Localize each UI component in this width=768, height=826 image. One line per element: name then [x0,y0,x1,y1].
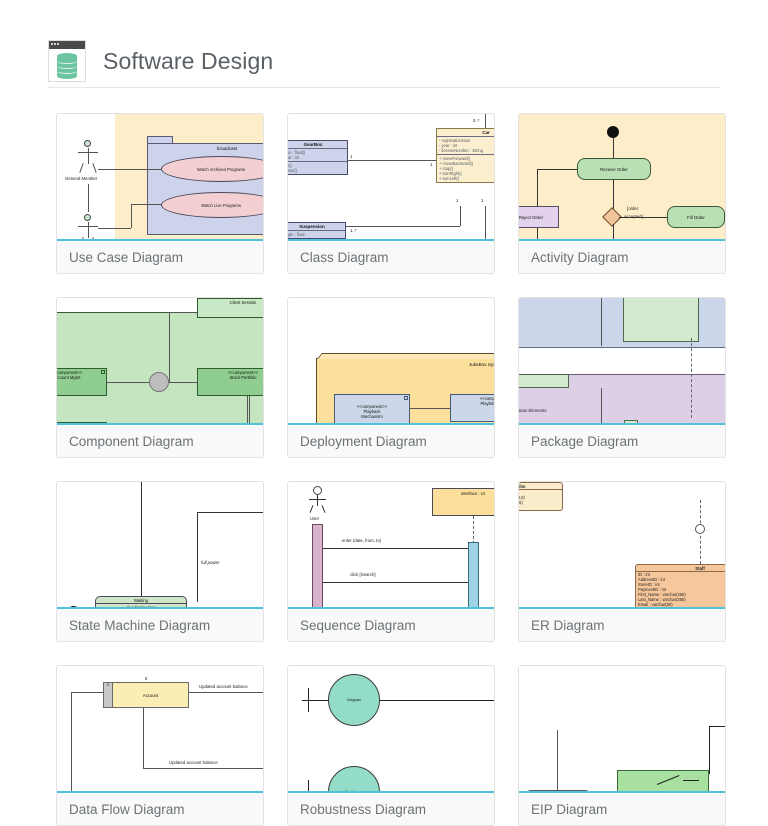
card-label-robustness-diagram: Robustness Diagram [288,793,494,825]
thumbnail-activity-diagram: Receive Order [order accepted] Fill Orde… [519,114,725,241]
card-deployment-diagram[interactable]: JukeBox System <<component>>PlaybackMech… [287,297,495,458]
thumbnail-package-diagram: Box Office Realization Elements Specific… [519,298,725,425]
thumbnail-er-diagram: Film ID : intAmount : numeric(19,0) Colu… [519,482,725,609]
thumbnail-use-case-diagram: broadcast Watch Archived Programs Watch … [57,114,263,241]
card-component-diagram[interactable]: Client Session <<component>> Stock Portfo… [56,297,264,458]
card-robustness-diagram[interactable]: Keypad Card Input GUI (>touchscreen) Car… [287,665,495,826]
thumbnail-deployment-diagram: JukeBox System <<component>>PlaybackMech… [288,298,494,425]
card-label-activity-diagram: Activity Diagram [519,241,725,273]
card-label-eip-diagram: EIP Diagram [519,793,725,825]
card-state-machine-diagram[interactable]: Waitingdo / display time Full Powerdo / … [56,481,264,642]
card-label-state-machine-diagram: State Machine Diagram [57,609,263,641]
database-window-icon [48,40,86,82]
card-er-diagram[interactable]: Film ID : intAmount : numeric(19,0) Colu… [518,481,726,642]
card-label-class-diagram: Class Diagram [288,241,494,273]
card-label-component-diagram: Component Diagram [57,425,263,457]
card-package-diagram[interactable]: Box Office Realization Elements Specific… [518,297,726,458]
thumbnail-robustness-diagram: Keypad Card Input GUI (>touchscreen) Car… [288,666,494,793]
page-root: Software Design broadcast Watch Archived… [0,0,768,826]
card-label-er-diagram: ER Diagram [519,609,725,641]
page-header: Software Design [0,0,768,88]
card-eip-diagram[interactable]: ORDER_ITEM Content-Based Router INVW_CHE… [518,665,726,826]
card-label-deployment-diagram: Deployment Diagram [288,425,494,457]
thumbnail-eip-diagram: ORDER_ITEM Content-Based Router INVW_CHE… [519,666,725,793]
card-data-flow-diagram[interactable]: DAccount 6 3Deposite Cash Updated accoun… [56,665,264,826]
card-class-diagram[interactable]: Car - registrationNum - year : int - licen… [287,113,495,274]
card-sequence-diagram[interactable]: User interface : UI mainController : Con… [287,481,495,642]
card-use-case-diagram[interactable]: broadcast Watch Archived Programs Watch … [56,113,264,274]
diagram-card-grid: broadcast Watch Archived Programs Watch … [56,113,728,826]
card-label-sequence-diagram: Sequence Diagram [288,609,494,641]
thumbnail-class-diagram: Car - registrationNum - year : int - licen… [288,114,494,241]
card-label-package-diagram: Package Diagram [519,425,725,457]
thumbnail-state-machine-diagram: Waitingdo / display time Full Powerdo / … [57,482,263,609]
header-divider [48,87,720,88]
card-label-data-flow-diagram: Data Flow Diagram [57,793,263,825]
card-label-use-case-diagram: Use Case Diagram [57,241,263,273]
thumbnail-component-diagram: Client Session <<component>> Stock Portfo… [57,298,263,425]
thumbnail-sequence-diagram: User interface : UI mainController : Con… [288,482,494,609]
thumbnail-data-flow-diagram: DAccount 6 3Deposite Cash Updated accoun… [57,666,263,793]
page-title: Software Design [103,47,274,74]
card-activity-diagram[interactable]: Receive Order [order accepted] Fill Orde… [518,113,726,274]
